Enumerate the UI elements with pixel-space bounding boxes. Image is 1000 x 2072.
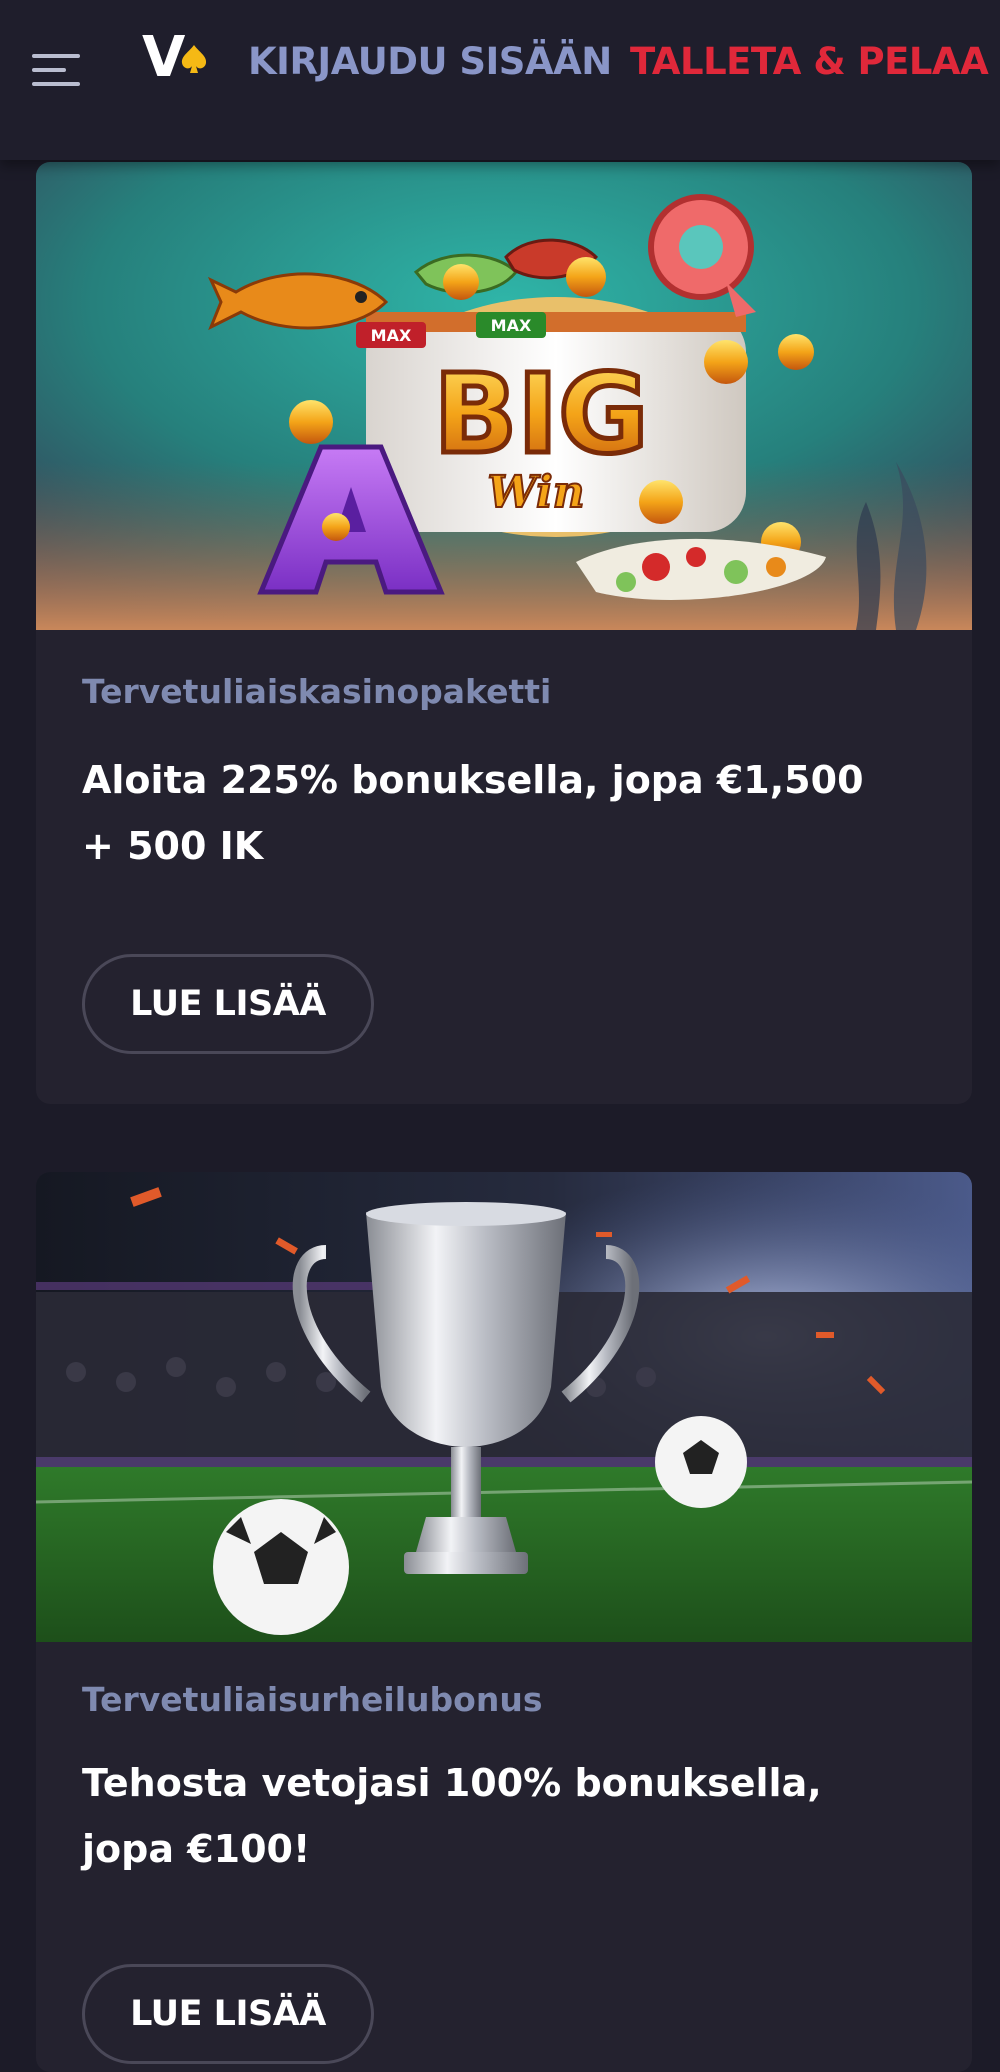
promotion-title: Tehosta vetojasi 100% bonuksella, jopa €… bbox=[82, 1761, 822, 1871]
svg-text:MAX: MAX bbox=[371, 326, 412, 345]
promotion-card-sports: Tervetuliaisurheilubonus Tehosta vetojas… bbox=[36, 1172, 972, 2072]
logo-letter: V bbox=[142, 25, 185, 90]
site-logo[interactable]: V bbox=[142, 26, 210, 90]
read-more-button[interactable]: LUE LISÄÄ bbox=[82, 1964, 374, 2064]
promotion-label: Tervetuliaisurheilubonus bbox=[82, 1680, 543, 1719]
big-win-slot-banner[interactable]: MAX MAX BIG Win bbox=[36, 162, 972, 630]
promotion-label: Tervetuliaiskasinopaketti bbox=[82, 672, 552, 711]
football-trophy-banner[interactable] bbox=[36, 1172, 972, 1642]
svg-text:BIG: BIG bbox=[433, 350, 648, 478]
read-more-button[interactable]: LUE LISÄÄ bbox=[82, 954, 374, 1054]
spade-logo-icon bbox=[181, 45, 207, 73]
promotion-card-casino: MAX MAX BIG Win Tervetuliaiskasinopakett… bbox=[36, 162, 972, 1104]
top-header: V KIRJAUDU SISÄÄN TALLETA & PELAA bbox=[0, 0, 1000, 160]
deposit-and-play-link[interactable]: TALLETA & PELAA bbox=[630, 40, 989, 83]
promotion-title: Aloita 225% bonuksella, jopa €1,500 + 50… bbox=[82, 758, 864, 868]
login-link[interactable]: KIRJAUDU SISÄÄN bbox=[248, 40, 612, 83]
svg-text:MAX: MAX bbox=[491, 316, 532, 335]
hamburger-menu-icon[interactable] bbox=[30, 48, 84, 92]
svg-text:Win: Win bbox=[487, 467, 584, 518]
